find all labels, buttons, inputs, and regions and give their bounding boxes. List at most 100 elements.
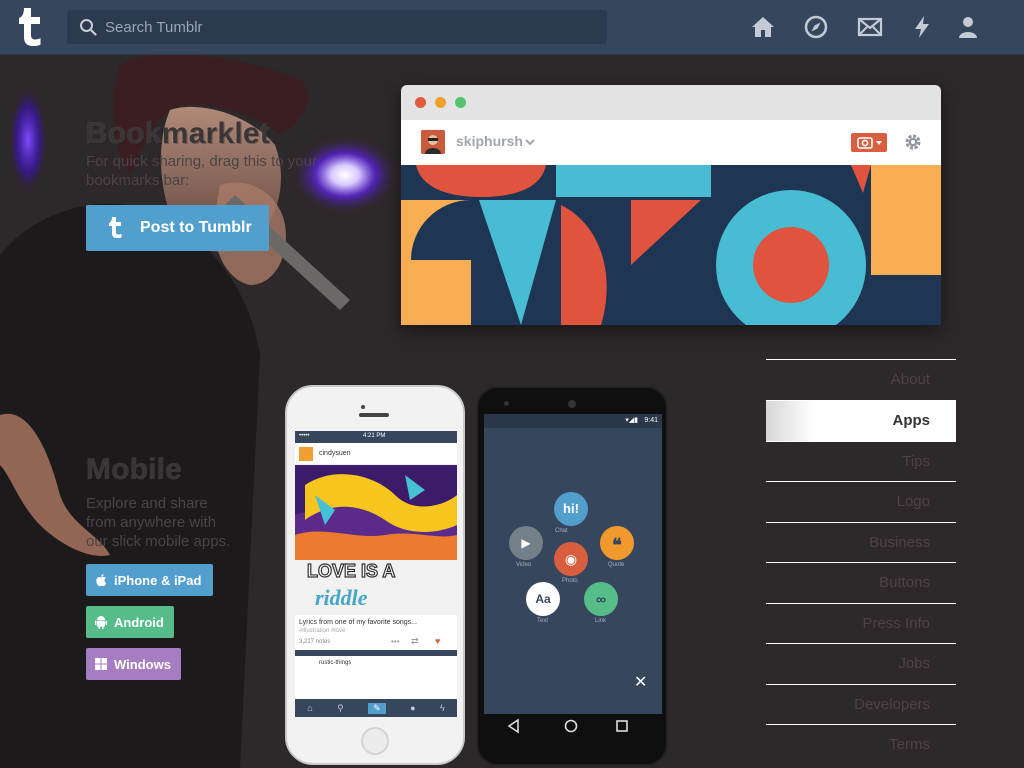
sidebar-item-tips[interactable]: Tips [766,440,956,482]
photo-icon: ◉ [564,551,578,567]
windows-label: Windows [114,656,171,672]
front-camera-icon [361,405,365,409]
back-icon[interactable] [508,718,519,734]
sidebar-item-jobs[interactable]: Jobs [766,643,956,684]
blog-name[interactable]: skiphursh [456,133,523,149]
art-text-love: LOVE IS A [307,561,395,581]
status-time: 9:41 [644,417,658,424]
iphone-ipad-button[interactable]: iPhone & iPad [86,564,213,596]
next-post-author[interactable]: rustic-things [319,660,351,666]
speaker-grille [359,413,389,417]
chat-post-button[interactable]: hi! [554,492,588,526]
post-tags: #illustration #love [299,628,346,634]
minimize-dot-icon [435,97,446,108]
front-camera-icon [568,400,576,408]
home-button [361,727,389,755]
bookmarklet-description: For quick sharing, drag this to your boo… [86,153,317,189]
tab-activity-icon[interactable]: ϟ [440,703,445,713]
chat-label: Chat [555,528,568,534]
maximize-dot-icon [455,97,466,108]
sidebar-item-press-info[interactable]: Press Info [766,602,956,644]
search-box[interactable] [67,10,607,44]
bookmarklet-title: Bookmarklet [86,117,270,150]
post-to-tumblr-button[interactable]: Post to Tumblr [86,205,269,251]
reblog-icon[interactable]: ⇄ [411,636,419,647]
next-post-header: rustic-things [295,656,457,670]
video-label: Video [516,562,532,568]
text-post-button[interactable]: Aa [526,582,560,616]
account-icon[interactable] [955,14,981,40]
photo-label: Photo [562,578,578,584]
sidebar-item-about[interactable]: About [766,359,956,400]
sidebar-item-business[interactable]: Business [766,521,956,563]
ios-tab-bar: ⌂ ⚲ ✎ ● ϟ [295,699,457,717]
sidebar-item-terms[interactable]: Terms [766,724,956,765]
tumblr-logo-icon[interactable] [18,8,48,46]
gear-icon[interactable] [903,132,923,152]
home-circle-icon[interactable] [564,719,578,733]
explore-icon[interactable] [803,14,829,40]
sidebar-item-developers[interactable]: Developers [766,683,956,725]
android-icon [95,616,107,629]
photo-post-button[interactable]: ◉ [554,542,588,576]
post-author[interactable]: cindysuen [319,450,351,457]
blog-header-bar: skiphursh [401,120,941,165]
android-nav-bar [508,718,628,734]
status-carrier: ••••• [299,433,310,439]
text-label: Text [537,618,549,624]
close-dot-icon [415,97,426,108]
post-to-tumblr-label: Post to Tumblr [140,219,252,236]
close-icon[interactable]: ✕ [634,672,647,692]
post-header: cindysuen [295,443,457,465]
sidebar-item-buttons[interactable]: Buttons [766,562,956,603]
android-status-bar: 9:41 ▾◢▮ [484,414,662,428]
recents-icon[interactable] [616,720,628,732]
heart-icon[interactable]: ♥ [435,636,440,646]
activity-icon[interactable] [909,14,935,40]
camera-post-button[interactable] [851,133,887,152]
post-footer: 3,217 notes ••• ⇄ ♥ [295,636,457,650]
iphone-mockup: ••••• 4:21 PM cindysuen LOVE IS A riddle… [285,385,465,765]
mobile-description: Explore and share from anywhere with our… [86,495,231,550]
android-button[interactable]: Android [86,606,174,638]
apple-icon [96,574,107,587]
more-icon[interactable]: ••• [391,637,399,646]
windows-button[interactable]: Windows [86,648,181,680]
status-time: 4:21 PM [363,433,386,439]
post-notes: 3,217 notes [299,639,331,645]
inbox-icon[interactable] [857,14,883,40]
android-screen: 9:41 ▾◢▮ hi! Chat ▶ Video ❝ Quote ◉ Phot… [484,414,662,714]
link-post-button[interactable]: ∞ [584,582,618,616]
top-navigation-bar [0,0,1024,55]
video-icon: ▶ [521,536,531,550]
search-input[interactable] [105,10,595,44]
android-mockup: 9:41 ▾◢▮ hi! Chat ▶ Video ❝ Quote ◉ Phot… [476,386,668,766]
home-icon[interactable] [750,14,776,40]
quote-post-button[interactable]: ❝ [600,526,634,560]
post-illustration: LOVE IS A riddle [295,465,457,615]
quote-label: Quote [608,562,625,568]
iphone-screen: ••••• 4:21 PM cindysuen LOVE IS A riddle… [295,431,457,717]
ios-status-bar: ••••• 4:21 PM [295,431,457,443]
browser-window-chrome [401,85,941,120]
tab-home-icon[interactable]: ⌂ [307,703,312,713]
tab-account-icon[interactable]: ● [410,703,415,713]
link-label: Link [595,618,607,624]
sidebar-item-logo[interactable]: Logo [766,481,956,522]
video-post-button[interactable]: ▶ [509,526,543,560]
mobile-title: Mobile [86,453,183,486]
quote-icon: ❝ [612,535,622,555]
windows-icon [95,658,107,670]
post-caption: Lyrics from one of my favorite songs... [299,619,418,626]
sidebar-item-apps[interactable]: Apps [766,399,956,441]
signal-battery-icon: ▾◢▮ [625,417,638,424]
android-label: Android [114,614,164,630]
tab-compose-icon[interactable]: ✎ [368,702,386,714]
art-text-riddle: riddle [315,585,368,610]
tab-search-icon[interactable]: ⚲ [337,703,344,714]
tumblr-t-icon [109,217,122,238]
chevron-down-icon[interactable] [525,138,535,146]
blog-avatar[interactable] [421,130,445,154]
chat-glyph: hi! [563,501,579,516]
post-avatar[interactable] [299,447,313,461]
